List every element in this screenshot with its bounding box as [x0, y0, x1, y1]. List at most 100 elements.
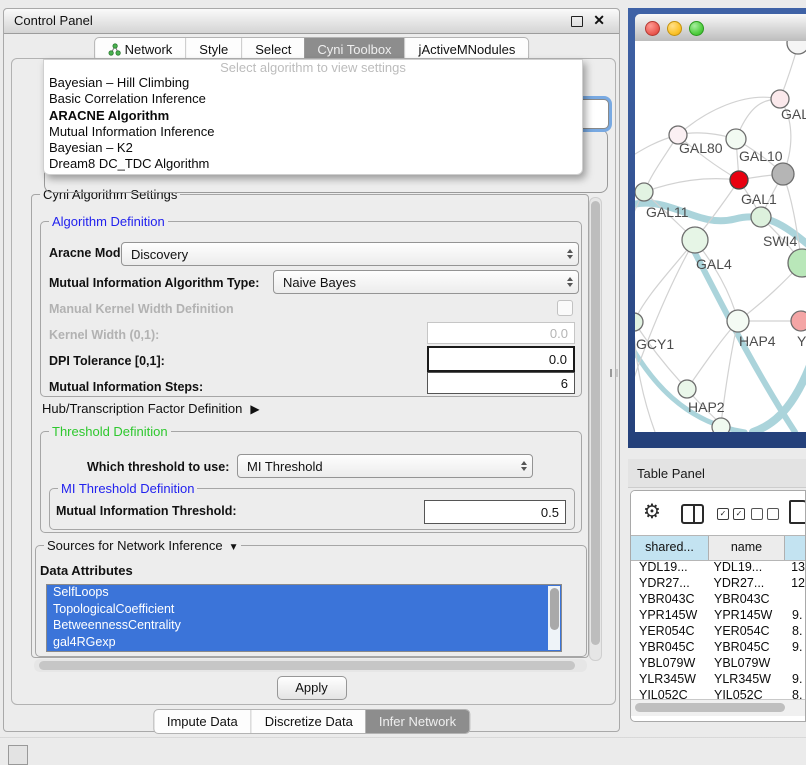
which-threshold-label: Which threshold to use:: [87, 460, 229, 474]
tab-discretize-data[interactable]: Discretize Data: [251, 710, 366, 733]
node[interactable]: [787, 41, 806, 54]
list-vertical-scrollbar[interactable]: [548, 586, 560, 650]
attribute-item-selected[interactable]: BetweennessCentrality: [47, 618, 561, 635]
table-toolbar: ⚙ ✓ ✓: [631, 491, 805, 535]
dropdown-item[interactable]: Dream8 DC_TDC Algorithm: [44, 156, 582, 172]
apply-button[interactable]: Apply: [277, 676, 347, 700]
table-row[interactable]: YBR043CYBR043C: [631, 592, 805, 608]
node-hap4[interactable]: [727, 310, 749, 332]
expanded-arrow-icon: ▼: [229, 542, 239, 553]
node-gal11[interactable]: [635, 183, 653, 201]
aracne-mode-select[interactable]: Discovery: [121, 242, 579, 266]
group-title: Threshold Definition: [49, 424, 171, 439]
kernel-width-input[interactable]: [427, 322, 575, 344]
settings-vertical-scrollbar[interactable]: [589, 197, 602, 661]
tab-impute-data[interactable]: Impute Data: [154, 710, 251, 733]
bottom-left-widget[interactable]: [8, 745, 28, 765]
node-label: GAL4: [696, 256, 732, 272]
manual-kernel-label: Manual Kernel Width Definition: [49, 302, 234, 316]
sources-group: Sources for Network Inference▼ Data Attr…: [35, 545, 587, 657]
table-row[interactable]: YBL079WYBL079W: [631, 656, 805, 672]
dropdown-item[interactable]: Bayesian – K2: [44, 140, 582, 156]
close-window-icon[interactable]: [645, 21, 660, 36]
aracne-mode-label: Aracne Mode:: [49, 246, 132, 260]
collapsed-arrow-icon: ▶: [250, 402, 259, 416]
manual-kernel-checkbox[interactable]: [557, 300, 573, 316]
columns-icon[interactable]: [681, 504, 704, 524]
dropdown-item[interactable]: Mutual Information Inference: [44, 124, 582, 140]
sources-collapse-toggle[interactable]: Sources for Network Inference▼: [44, 538, 241, 553]
which-threshold-select[interactable]: MI Threshold: [237, 454, 533, 478]
table-row[interactable]: YBR045CYBR045C9.: [631, 640, 805, 656]
node[interactable]: [788, 249, 806, 277]
combo-arrows-icon: [516, 455, 532, 477]
cyni-bottom-tabbar: Impute Data Discretize Data Infer Networ…: [153, 709, 470, 734]
control-panel-window: Control Panel ✕ Network Style Select Cyn…: [3, 8, 620, 732]
table-panel-window: ⚙ ✓ ✓ shared... name YDL19...YDL19...13 …: [630, 490, 806, 722]
network-window: GAL7 GAL80 GAL10 GAL1 GAL11 SWI4 GAL4 GC…: [635, 14, 806, 432]
dropdown-item[interactable]: Basic Correlation Inference: [44, 91, 582, 107]
node-label: GAL1: [741, 191, 777, 207]
zoom-window-icon[interactable]: [689, 21, 704, 36]
node-label: SWI4: [763, 233, 797, 249]
table-row[interactable]: YPR145WYPR145W9.: [631, 608, 805, 624]
mi-steps-input[interactable]: [427, 372, 575, 394]
network-window-titlebar[interactable]: [635, 14, 806, 42]
column-header-shared-name[interactable]: shared...: [631, 536, 709, 560]
network-window-frame[interactable]: GAL7 GAL80 GAL10 GAL1 GAL11 SWI4 GAL4 GC…: [628, 8, 806, 448]
group-title: MI Threshold Definition: [58, 481, 197, 496]
dropdown-placeholder: Select algorithm to view settings: [44, 60, 582, 75]
unchecked-box-icon: [767, 508, 779, 520]
node-label: GAL11: [646, 204, 689, 220]
node-y[interactable]: [791, 311, 806, 331]
attribute-item-selected[interactable]: gal4RGexp: [47, 635, 561, 652]
table-row[interactable]: YER054CYER054C8.: [631, 624, 805, 640]
node-gal1[interactable]: [730, 171, 748, 189]
data-attributes-label: Data Attributes: [40, 563, 133, 578]
table-row[interactable]: YLR345WYLR345W9.: [631, 672, 805, 688]
control-panel-title: Control Panel: [14, 13, 93, 28]
threshold-definition-group: Threshold Definition Which threshold to …: [40, 431, 582, 533]
float-panel-icon[interactable]: [571, 16, 583, 27]
minimize-window-icon[interactable]: [667, 21, 682, 36]
dropdown-item[interactable]: Bayesian – Hill Climbing: [44, 75, 582, 91]
node-hap2[interactable]: [678, 380, 696, 398]
deselect-all-icon[interactable]: [751, 508, 779, 520]
data-attributes-list: SelfLoops TopologicalCoefficient Between…: [46, 584, 562, 652]
column-header-name[interactable]: name: [709, 536, 785, 560]
node-gal10[interactable]: [726, 129, 746, 149]
control-panel-titlebar: Control Panel ✕: [4, 9, 619, 34]
dropdown-item-selected[interactable]: ARACNE Algorithm: [44, 108, 582, 124]
hub-definition-expander[interactable]: Hub/Transcription Factor Definition▶: [42, 401, 260, 416]
export-table-icon[interactable]: [789, 500, 806, 524]
select-all-icon[interactable]: ✓ ✓: [717, 508, 745, 520]
table-panel-title: Table Panel: [637, 466, 705, 481]
tab-infer-network[interactable]: Infer Network: [366, 710, 469, 733]
dpi-tolerance-input[interactable]: [427, 346, 575, 372]
table-horizontal-scrollbar[interactable]: [631, 699, 805, 716]
node-gcy1[interactable]: [635, 313, 643, 331]
panel-divider-handle[interactable]: [610, 369, 618, 377]
node-label: GAL7: [781, 106, 806, 122]
mi-threshold-input[interactable]: [424, 500, 566, 524]
node[interactable]: [712, 418, 730, 432]
mi-type-select[interactable]: Naive Bayes: [273, 270, 579, 294]
table-row[interactable]: YDL19...YDL19...13: [631, 560, 805, 576]
node-gal4[interactable]: [682, 227, 708, 253]
close-panel-icon[interactable]: ✕: [593, 12, 605, 29]
node-swi4[interactable]: [751, 207, 771, 227]
attribute-item-selected[interactable]: TopologicalCoefficient: [47, 602, 561, 619]
node-label: GAL10: [739, 148, 783, 164]
algorithm-definition-group: Algorithm Definition Aracne Mode: Discov…: [40, 221, 582, 397]
settings-horizontal-scrollbar[interactable]: [34, 659, 587, 672]
node[interactable]: [772, 163, 794, 185]
gear-icon[interactable]: ⚙: [643, 499, 661, 524]
column-header[interactable]: [785, 536, 806, 560]
attribute-item-selected[interactable]: SelfLoops: [47, 585, 561, 602]
network-canvas[interactable]: GAL7 GAL80 GAL10 GAL1 GAL11 SWI4 GAL4 GC…: [635, 41, 806, 432]
table-row[interactable]: YDR27...YDR27...12: [631, 576, 805, 592]
kernel-width-label: Kernel Width (0,1):: [49, 328, 159, 342]
bottom-divider: [0, 737, 806, 739]
dpi-tolerance-label: DPI Tolerance [0,1]:: [49, 354, 165, 368]
unchecked-box-icon: [751, 508, 763, 520]
